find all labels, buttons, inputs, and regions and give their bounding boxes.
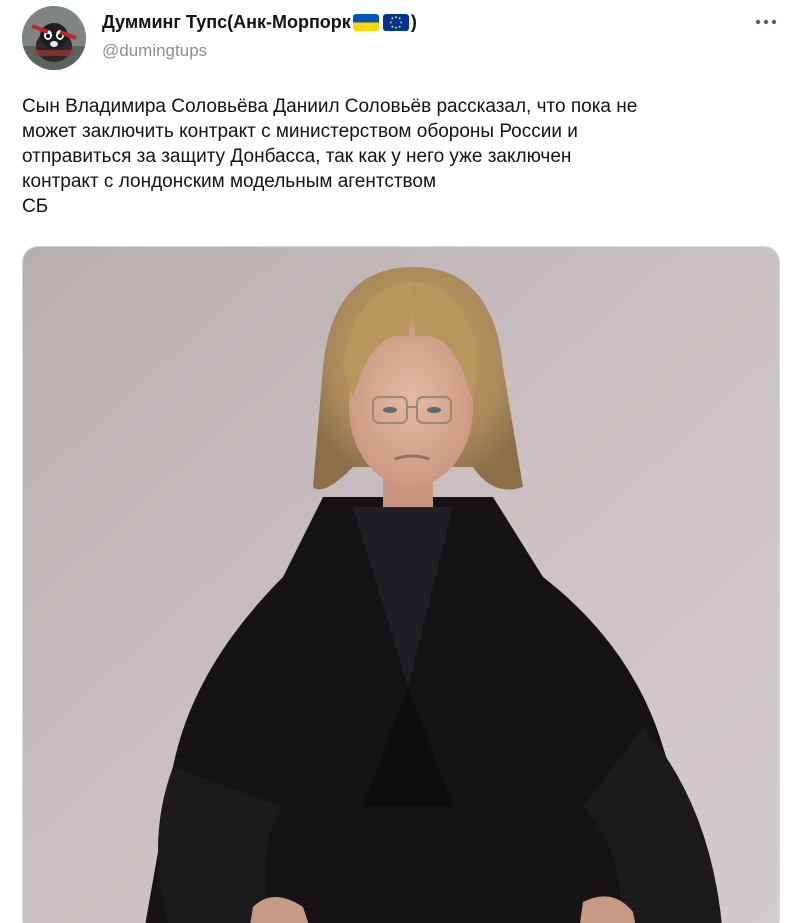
display-name-row[interactable]: Думминг Тупс(Анк-Морпорк) (102, 11, 417, 33)
more-options-button[interactable] (752, 10, 780, 34)
username[interactable]: @dumingtups (102, 41, 417, 61)
more-horizontal-icon (755, 19, 777, 25)
ukraine-flag-icon (352, 13, 379, 31)
author-block: Думминг Тупс(Анк-Морпорк) @dumingtups (102, 11, 417, 61)
display-name[interactable]: Думминг Тупс(Анк-Морпорк (102, 11, 351, 33)
eu-flag-icon (382, 13, 409, 31)
tweet: Думминг Тупс(Анк-Морпорк) @dumingtups С… (0, 0, 800, 923)
tweet-text: Сын Владимира Соловьёва Даниил Соловьёв … (22, 96, 638, 217)
tweet-photo[interactable] (22, 246, 780, 923)
avatar-image (22, 6, 86, 70)
photo-image (23, 247, 779, 923)
avatar[interactable] (22, 6, 86, 70)
display-name-closing-paren: ) (410, 12, 417, 32)
